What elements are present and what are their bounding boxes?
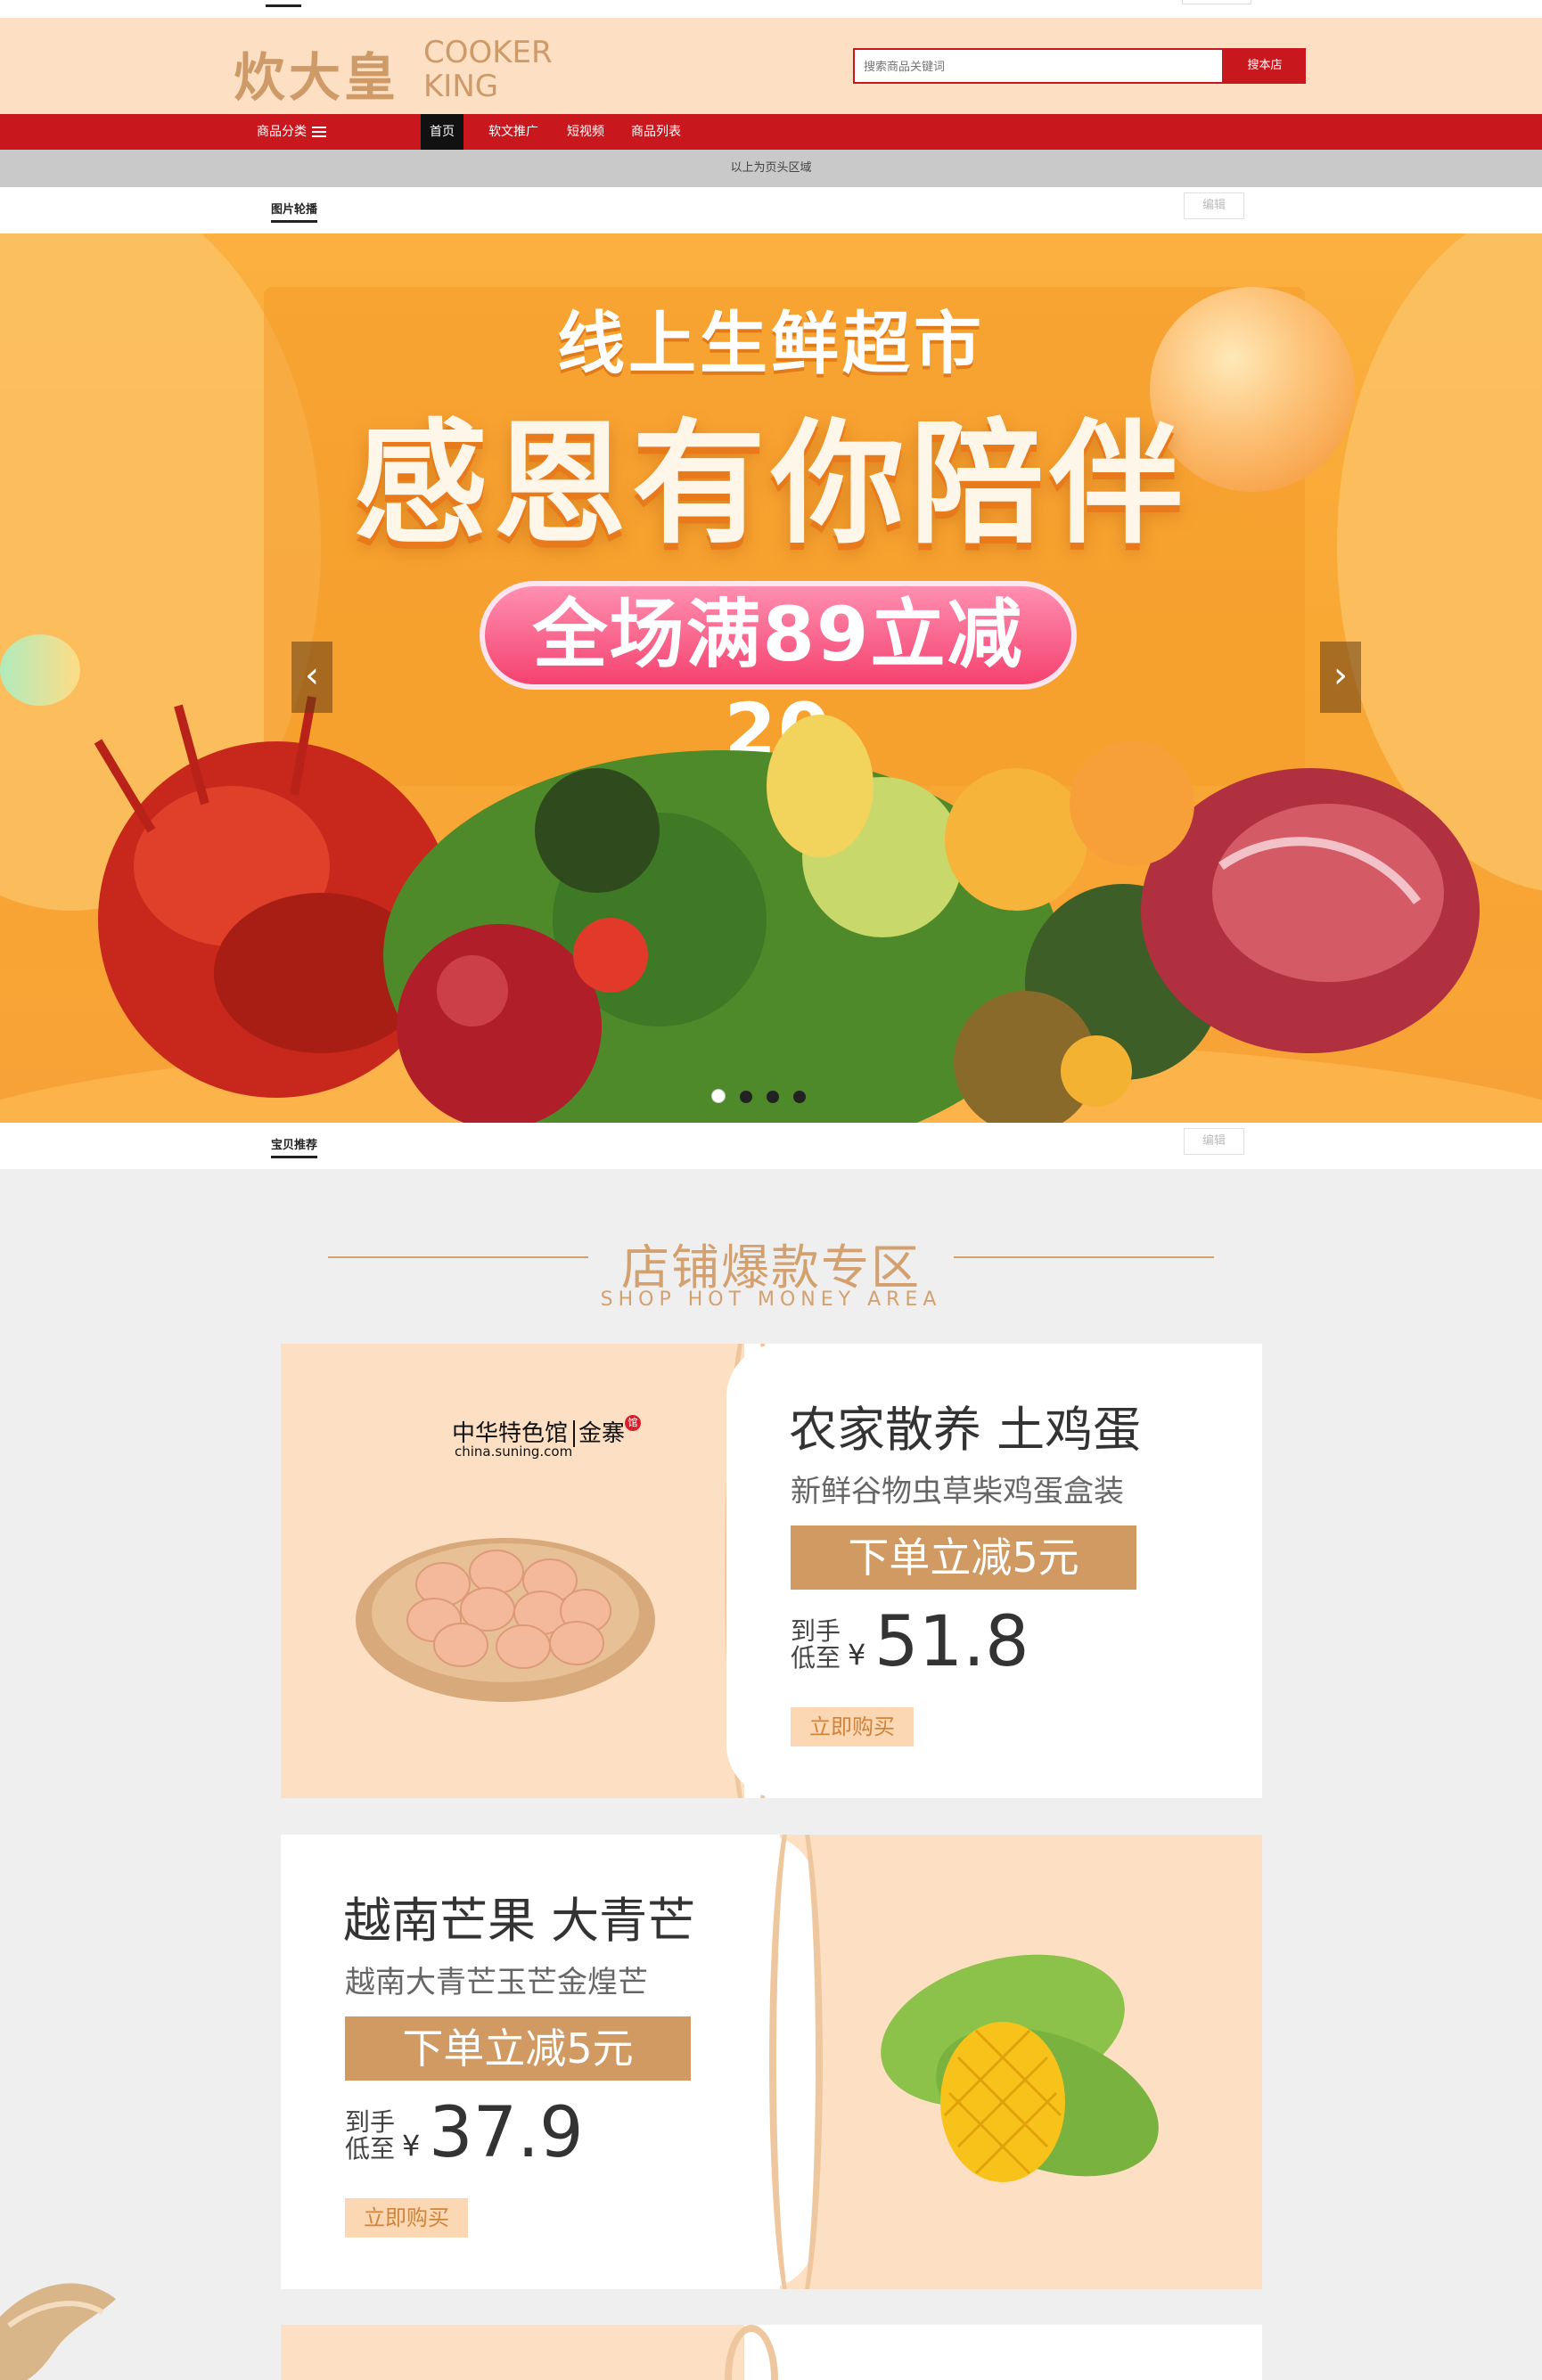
buy-now-button[interactable]: 立即购买	[345, 2198, 468, 2237]
carousel-dot-1[interactable]	[711, 1089, 726, 1103]
category-menu[interactable]: 商品分类	[257, 114, 326, 150]
nav-item-soft-article[interactable]: 软文推广	[480, 114, 547, 150]
top-strip-marker	[266, 4, 301, 7]
edit-carousel-button[interactable]: 编辑	[1184, 192, 1244, 219]
product-title[interactable]: 越南芒果 大青芒	[343, 1881, 695, 1951]
product-card-eggs[interactable]: 中华特色馆 金寨馆 china.suning.com 农家散养 土鸡蛋 新鲜谷物虫…	[281, 1344, 1262, 1798]
menu-icon	[312, 127, 326, 137]
orange	[1070, 741, 1194, 866]
search-box	[853, 48, 1224, 84]
banner-next-button[interactable]: ›	[1320, 642, 1361, 713]
product-title[interactable]: 农家散养 土鸡蛋	[789, 1390, 1141, 1460]
apple	[397, 924, 602, 1123]
product-promo-banner: 下单立减5元	[791, 1525, 1136, 1590]
price-label-line1: 到手	[791, 1616, 841, 1646]
edit-recommend-button[interactable]: 编辑	[1184, 1128, 1244, 1155]
lemon	[1061, 1035, 1132, 1107]
product-card-partial[interactable]	[281, 2325, 1262, 2380]
produce-illustration	[94, 696, 1480, 1123]
banner-promo-pill: 全场满89立减20	[480, 581, 1077, 774]
banner-decor-blob	[0, 634, 80, 706]
logo-chinese[interactable]: 炊大皇	[234, 36, 399, 108]
banner-subtitle: 线上生鲜超市	[557, 304, 985, 383]
search-store-button[interactable]: 搜本店	[1224, 48, 1306, 84]
module-bar-carousel	[0, 187, 1542, 233]
price-label: 到手 低至	[791, 1618, 848, 1672]
card-image-panel	[281, 2325, 744, 2380]
logo-english-line2: KING	[423, 69, 499, 104]
shop-header	[0, 18, 1542, 114]
hero-banner[interactable]: 线上生鲜超市 感恩有你陪伴 全场满89立减20 ‹ ›	[0, 233, 1542, 1123]
product-subtitle: 新鲜谷物虫草柴鸡蛋盒装	[791, 1474, 1124, 1509]
header-area-notice: 以上为页头区域	[0, 150, 1542, 187]
currency-symbol: ¥	[848, 1638, 866, 1672]
product-price: 51.8	[874, 1602, 1029, 1682]
product-card-mango[interactable]: 越南芒果 大青芒 越南大青芒玉芒金煌芒 下单立减5元 到手 低至 ¥ 37.9 …	[281, 1835, 1262, 2289]
logo-english[interactable]: COOKER KING	[423, 35, 553, 104]
product-price: 37.9	[429, 2093, 584, 2173]
price-label-line2: 低至	[791, 1643, 841, 1673]
product-promo-banner: 下单立减5元	[345, 2016, 691, 2081]
carousel-dot-3[interactable]	[767, 1091, 779, 1103]
carousel-dot-2[interactable]	[740, 1091, 752, 1103]
module-bar-recommend	[0, 1123, 1542, 1169]
brand-badge: 馆	[625, 1415, 642, 1431]
main-nav-bar	[0, 114, 1542, 150]
mango-image	[881, 1954, 1159, 2182]
price-label-line1: 到手	[345, 2107, 396, 2137]
brand-url: china.suning.com	[455, 1444, 573, 1460]
ribbon-decoration	[0, 2283, 116, 2380]
module-title-carousel: 图片轮播	[271, 200, 318, 223]
category-menu-label: 商品分类	[257, 125, 307, 139]
carousel-dot-4[interactable]	[793, 1091, 806, 1103]
banner-prev-button[interactable]: ‹	[291, 642, 332, 713]
search-input[interactable]	[855, 50, 1222, 82]
buy-now-button[interactable]: 立即购买	[791, 1707, 914, 1746]
eggs-basket-image	[356, 1538, 655, 1702]
brand-shop: 金寨	[573, 1420, 626, 1447]
nav-item-product-list[interactable]: 商品列表	[622, 114, 690, 150]
top-strip	[0, 0, 1542, 19]
section-subtitle: SHOP HOT MONEY AREA	[600, 1288, 942, 1311]
logo-english-line1: COOKER	[423, 35, 553, 70]
product-subtitle: 越南大青芒玉芒金煌芒	[345, 1965, 648, 2000]
module-title-recommend: 宝贝推荐	[271, 1135, 318, 1158]
price-label-line2: 低至	[345, 2134, 396, 2163]
carousel-dots	[711, 1089, 820, 1107]
tomato	[573, 918, 648, 993]
card-curve-edge	[769, 1835, 823, 2289]
banner-title: 感恩有你陪伴	[353, 407, 1188, 562]
nav-item-short-video[interactable]: 短视频	[558, 114, 613, 150]
nav-item-home[interactable]: 首页	[421, 114, 463, 150]
price-label: 到手 低至	[345, 2109, 402, 2163]
currency-symbol: ¥	[402, 2129, 421, 2163]
top-strip-corner-tab	[1182, 0, 1251, 4]
